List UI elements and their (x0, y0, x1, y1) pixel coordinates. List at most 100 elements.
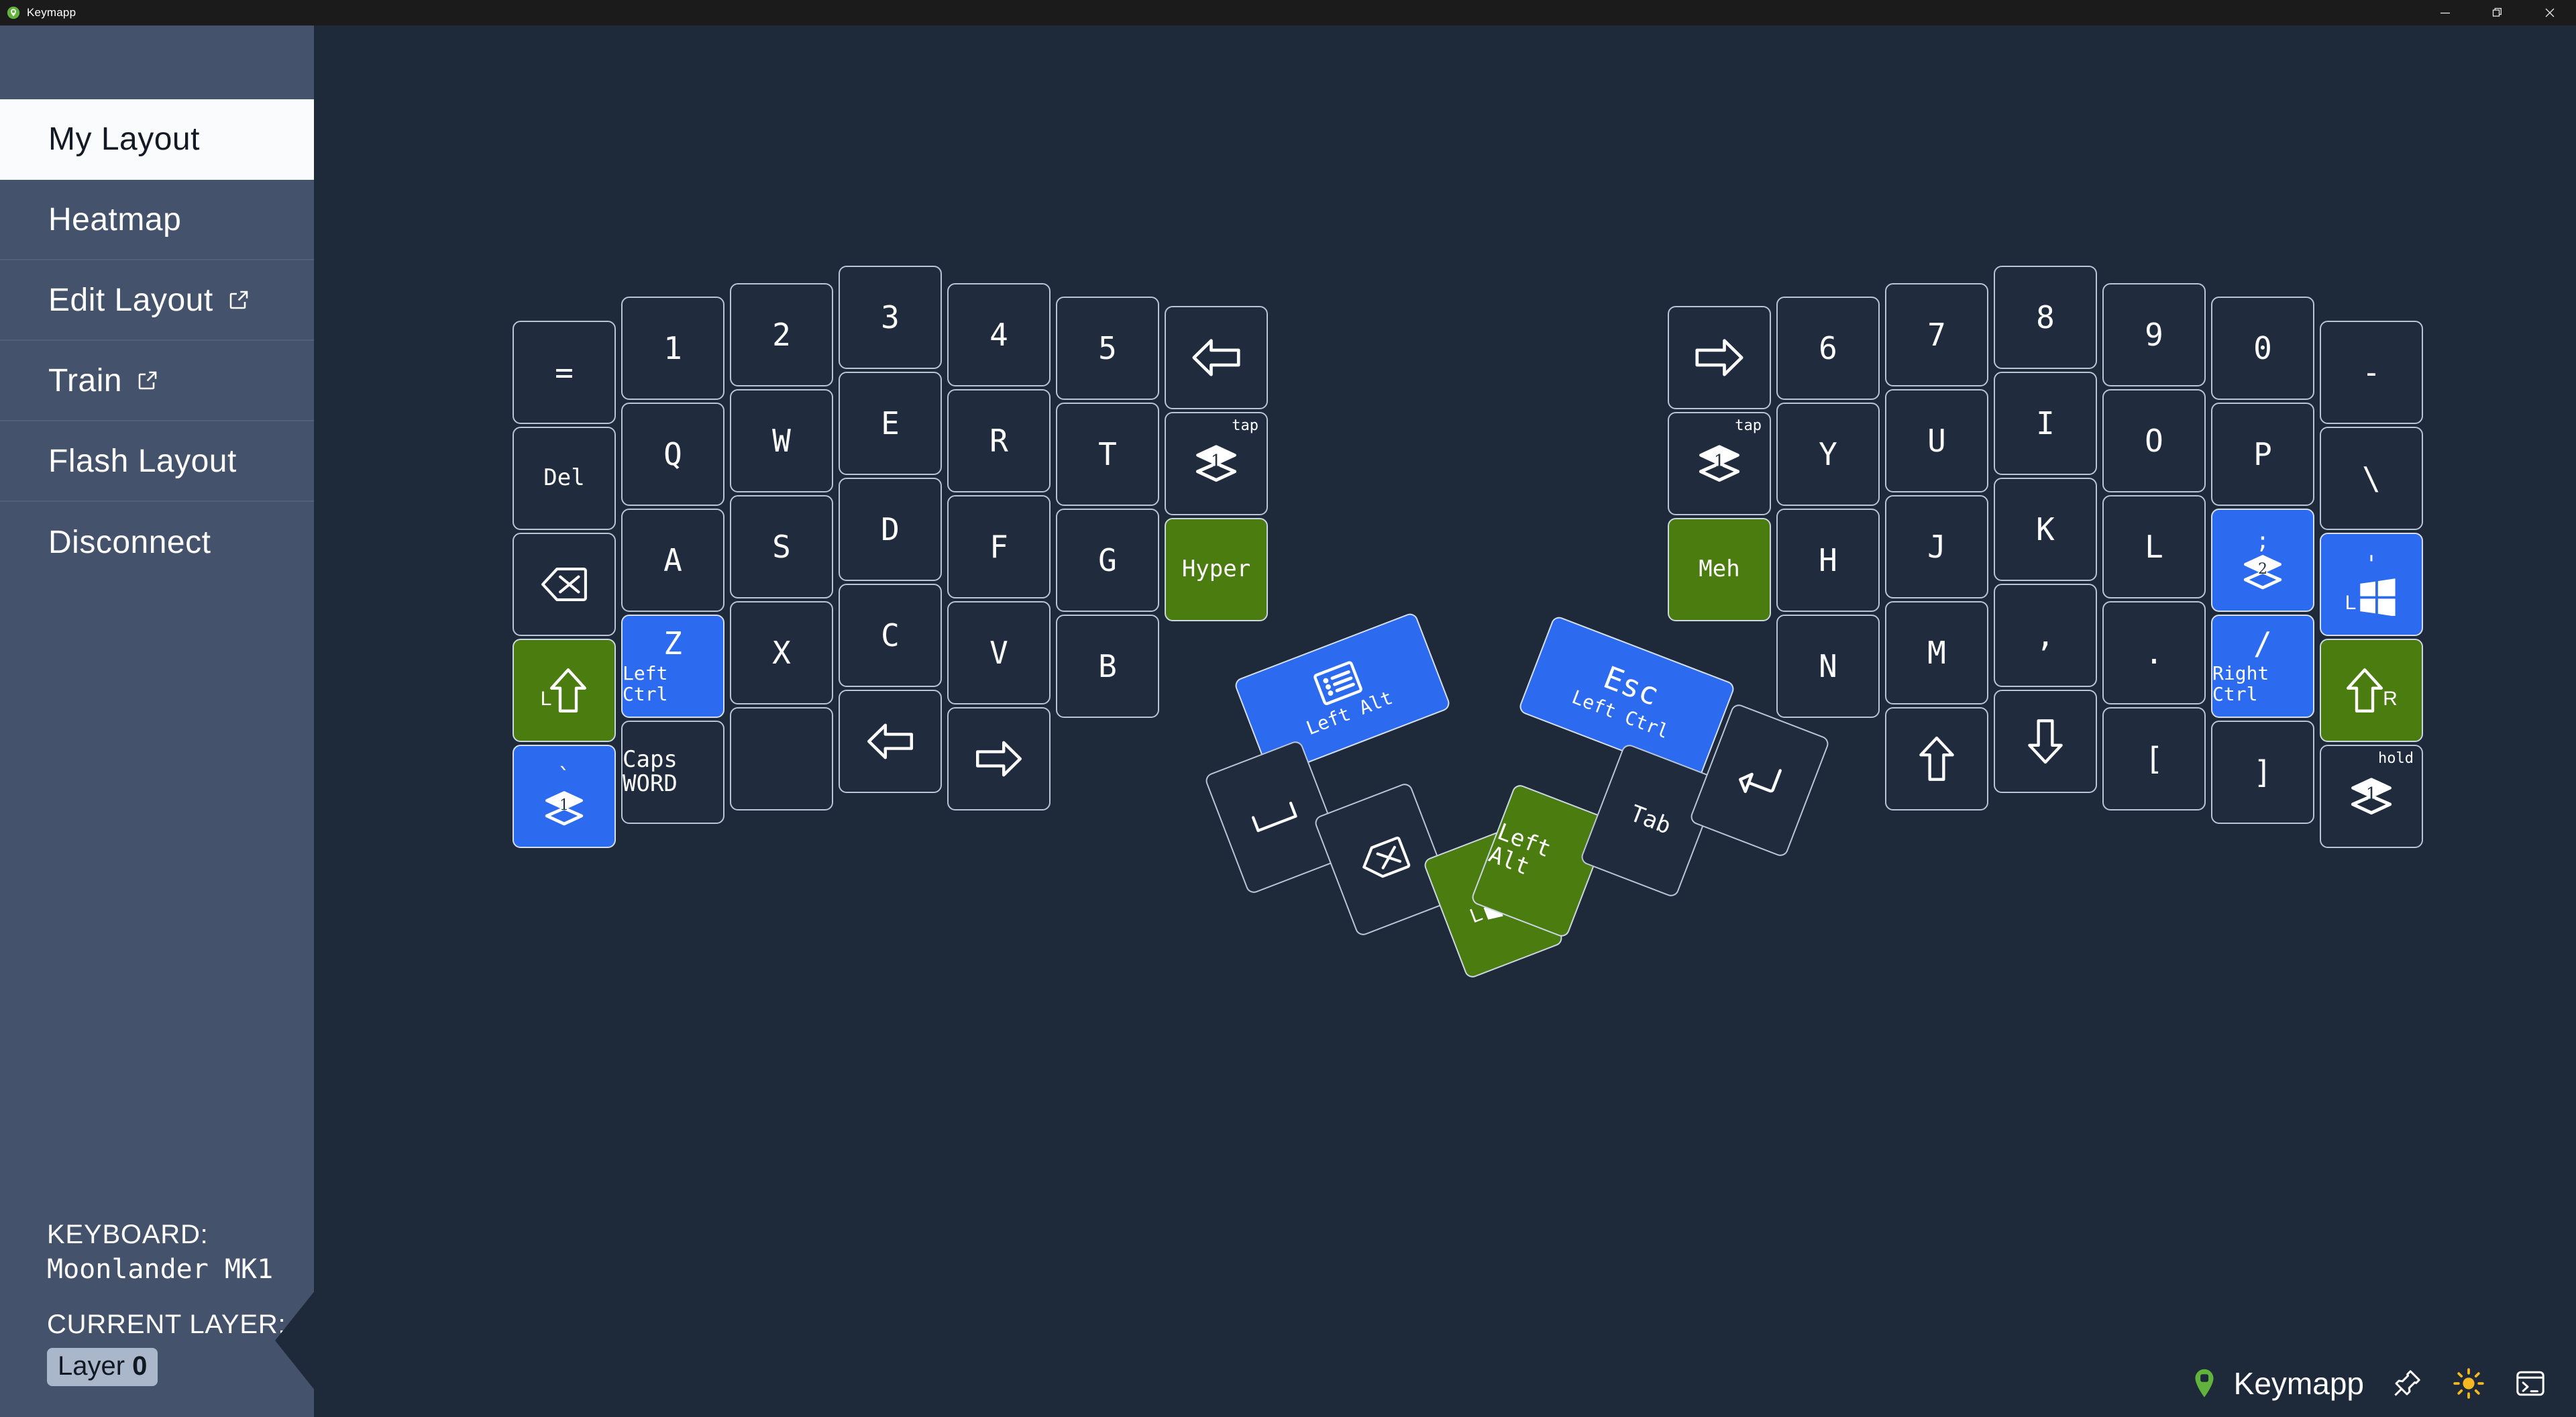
key-r-lay1b[interactable]: hold 1 (2320, 745, 2423, 848)
key-r-h[interactable]: H (1776, 509, 1880, 612)
key-l-hyper[interactable]: Hyper (1165, 518, 1268, 621)
key-l-shift[interactable]: L (513, 639, 616, 742)
key-r-rbrk[interactable]: ] (2211, 721, 2314, 824)
key-r-slash[interactable]: / Right Ctrl (2211, 615, 2314, 718)
key-r-up[interactable] (1885, 707, 1988, 810)
key-r-dot[interactable]: . (2102, 601, 2206, 704)
layer-stack-icon: 1 (1194, 443, 1238, 484)
key-l-caps[interactable]: Caps WORD (621, 721, 724, 824)
key-r-l[interactable]: L (2102, 495, 2206, 598)
key-l-5[interactable]: 5 (1056, 297, 1159, 400)
sidebar-item-edit-layout[interactable]: Edit Layout (0, 260, 314, 341)
key-r-minus[interactable]: - (2320, 321, 2423, 424)
key-l-e[interactable]: E (839, 372, 942, 475)
key-r-0[interactable]: 0 (2211, 297, 2314, 400)
current-layer-badge[interactable]: Layer 0 (47, 1348, 158, 1386)
key-r-o[interactable]: O (2102, 389, 2206, 492)
key-main-label: W (772, 422, 791, 459)
sidebar-item-flash-layout[interactable]: Flash Layout (0, 421, 314, 502)
status-bar: Keymapp (2186, 1365, 2549, 1402)
key-l-b[interactable]: B (1056, 615, 1159, 718)
key-l-blank1[interactable] (730, 707, 833, 810)
key-main-label: C (881, 617, 900, 653)
key-main-label: Hyper (1181, 556, 1251, 583)
key-l-w[interactable]: W (730, 389, 833, 492)
key-r-lay1[interactable]: tap 1 (1668, 412, 1771, 515)
key-r-6[interactable]: 6 (1776, 297, 1880, 400)
key-l-v[interactable]: V (947, 601, 1051, 704)
key-l-s[interactable]: S (730, 495, 833, 598)
key-l-t[interactable]: T (1056, 403, 1159, 506)
key-main-label: 6 (1819, 329, 1837, 366)
key-r-u[interactable]: U (1885, 389, 1988, 492)
key-r-7[interactable]: 7 (1885, 283, 1988, 386)
key-l-2[interactable]: 2 (730, 283, 833, 386)
key-l-c[interactable]: C (839, 584, 942, 687)
key-l-bksp[interactable] (513, 533, 616, 636)
key-l-d[interactable]: D (839, 478, 942, 581)
key-r-8[interactable]: 8 (1994, 266, 2097, 369)
enter-icon (1732, 753, 1788, 808)
key-l-tab2[interactable] (1165, 306, 1268, 409)
layer-stack-icon: 1 (2349, 776, 2394, 817)
key-r-j[interactable]: J (1885, 495, 1988, 598)
key-r-y[interactable]: Y (1776, 403, 1880, 506)
key-l-left[interactable] (839, 690, 942, 793)
key-l-right[interactable] (947, 707, 1051, 810)
key-l-r[interactable]: R (947, 389, 1051, 492)
sidebar-item-label: Disconnect (48, 524, 211, 560)
key-r-bslash[interactable]: \ (2320, 427, 2423, 530)
key-l-1[interactable]: 1 (621, 297, 724, 400)
key-l-grave[interactable]: ` 1 (513, 745, 616, 848)
external-link-icon (227, 288, 251, 312)
key-main-label: . (2145, 634, 2163, 671)
key-main-label: Q (663, 435, 682, 472)
key-l-3[interactable]: 3 (839, 266, 942, 369)
key-r-semi[interactable]: ; 2 (2211, 509, 2314, 612)
key-r-rshift[interactable]: R (2320, 639, 2423, 742)
key-r-i[interactable]: I (1994, 372, 2097, 475)
sidebar-collapse-notch-icon[interactable] (275, 1290, 315, 1391)
key-main-label: 7 (1927, 316, 1946, 353)
sidebar-item-train[interactable]: Train (0, 341, 314, 421)
key-main-label: Del (543, 464, 585, 492)
key-r-tab2[interactable] (1668, 306, 1771, 409)
key-l-4[interactable]: 4 (947, 283, 1051, 386)
brightness-icon[interactable] (2450, 1365, 2487, 1402)
key-l-q[interactable]: Q (621, 403, 724, 506)
key-l-g[interactable]: G (1056, 509, 1159, 612)
key-r-quote[interactable]: ' L (2320, 533, 2423, 636)
key-corner-label: hold (2378, 750, 2414, 767)
window-title: Keymapp (27, 6, 76, 19)
key-r-k[interactable]: K (1994, 478, 2097, 581)
key-r-n[interactable]: N (1776, 615, 1880, 718)
layer-badge-value: 0 (132, 1351, 148, 1381)
minimize-icon[interactable] (2419, 0, 2471, 25)
keyboard-value: Moonlander MK1 (47, 1254, 274, 1285)
sidebar-item-my-layout[interactable]: My Layout (0, 99, 314, 180)
key-r-m[interactable]: M (1885, 601, 1988, 704)
sidebar-item-disconnect[interactable]: Disconnect (0, 502, 314, 582)
close-icon[interactable] (2524, 0, 2576, 25)
terminal-icon[interactable] (2512, 1365, 2549, 1402)
key-icon-group: R (2345, 666, 2398, 715)
key-main-label: M (1927, 634, 1946, 671)
key-r-comma[interactable]: , (1994, 584, 2097, 687)
key-main-label: G (1098, 541, 1117, 578)
key-r-p[interactable]: P (2211, 403, 2314, 506)
key-l-eq[interactable]: = (513, 321, 616, 424)
key-l-del[interactable]: Del (513, 427, 616, 530)
key-l-x[interactable]: X (730, 601, 833, 704)
key-l-lay1[interactable]: tap 1 (1165, 412, 1268, 515)
key-l-f[interactable]: F (947, 495, 1051, 598)
restore-icon[interactable] (2471, 0, 2524, 25)
key-main-label: - (2362, 354, 2381, 390)
key-l-z[interactable]: Z Left Ctrl (621, 615, 724, 718)
sidebar-item-heatmap[interactable]: Heatmap (0, 180, 314, 260)
key-r-lbrk[interactable]: [ (2102, 707, 2206, 810)
key-r-meh[interactable]: Meh (1668, 518, 1771, 621)
key-l-a[interactable]: A (621, 509, 724, 612)
key-r-9[interactable]: 9 (2102, 283, 2206, 386)
pin-icon[interactable] (2388, 1365, 2426, 1402)
key-r-down[interactable] (1994, 690, 2097, 793)
